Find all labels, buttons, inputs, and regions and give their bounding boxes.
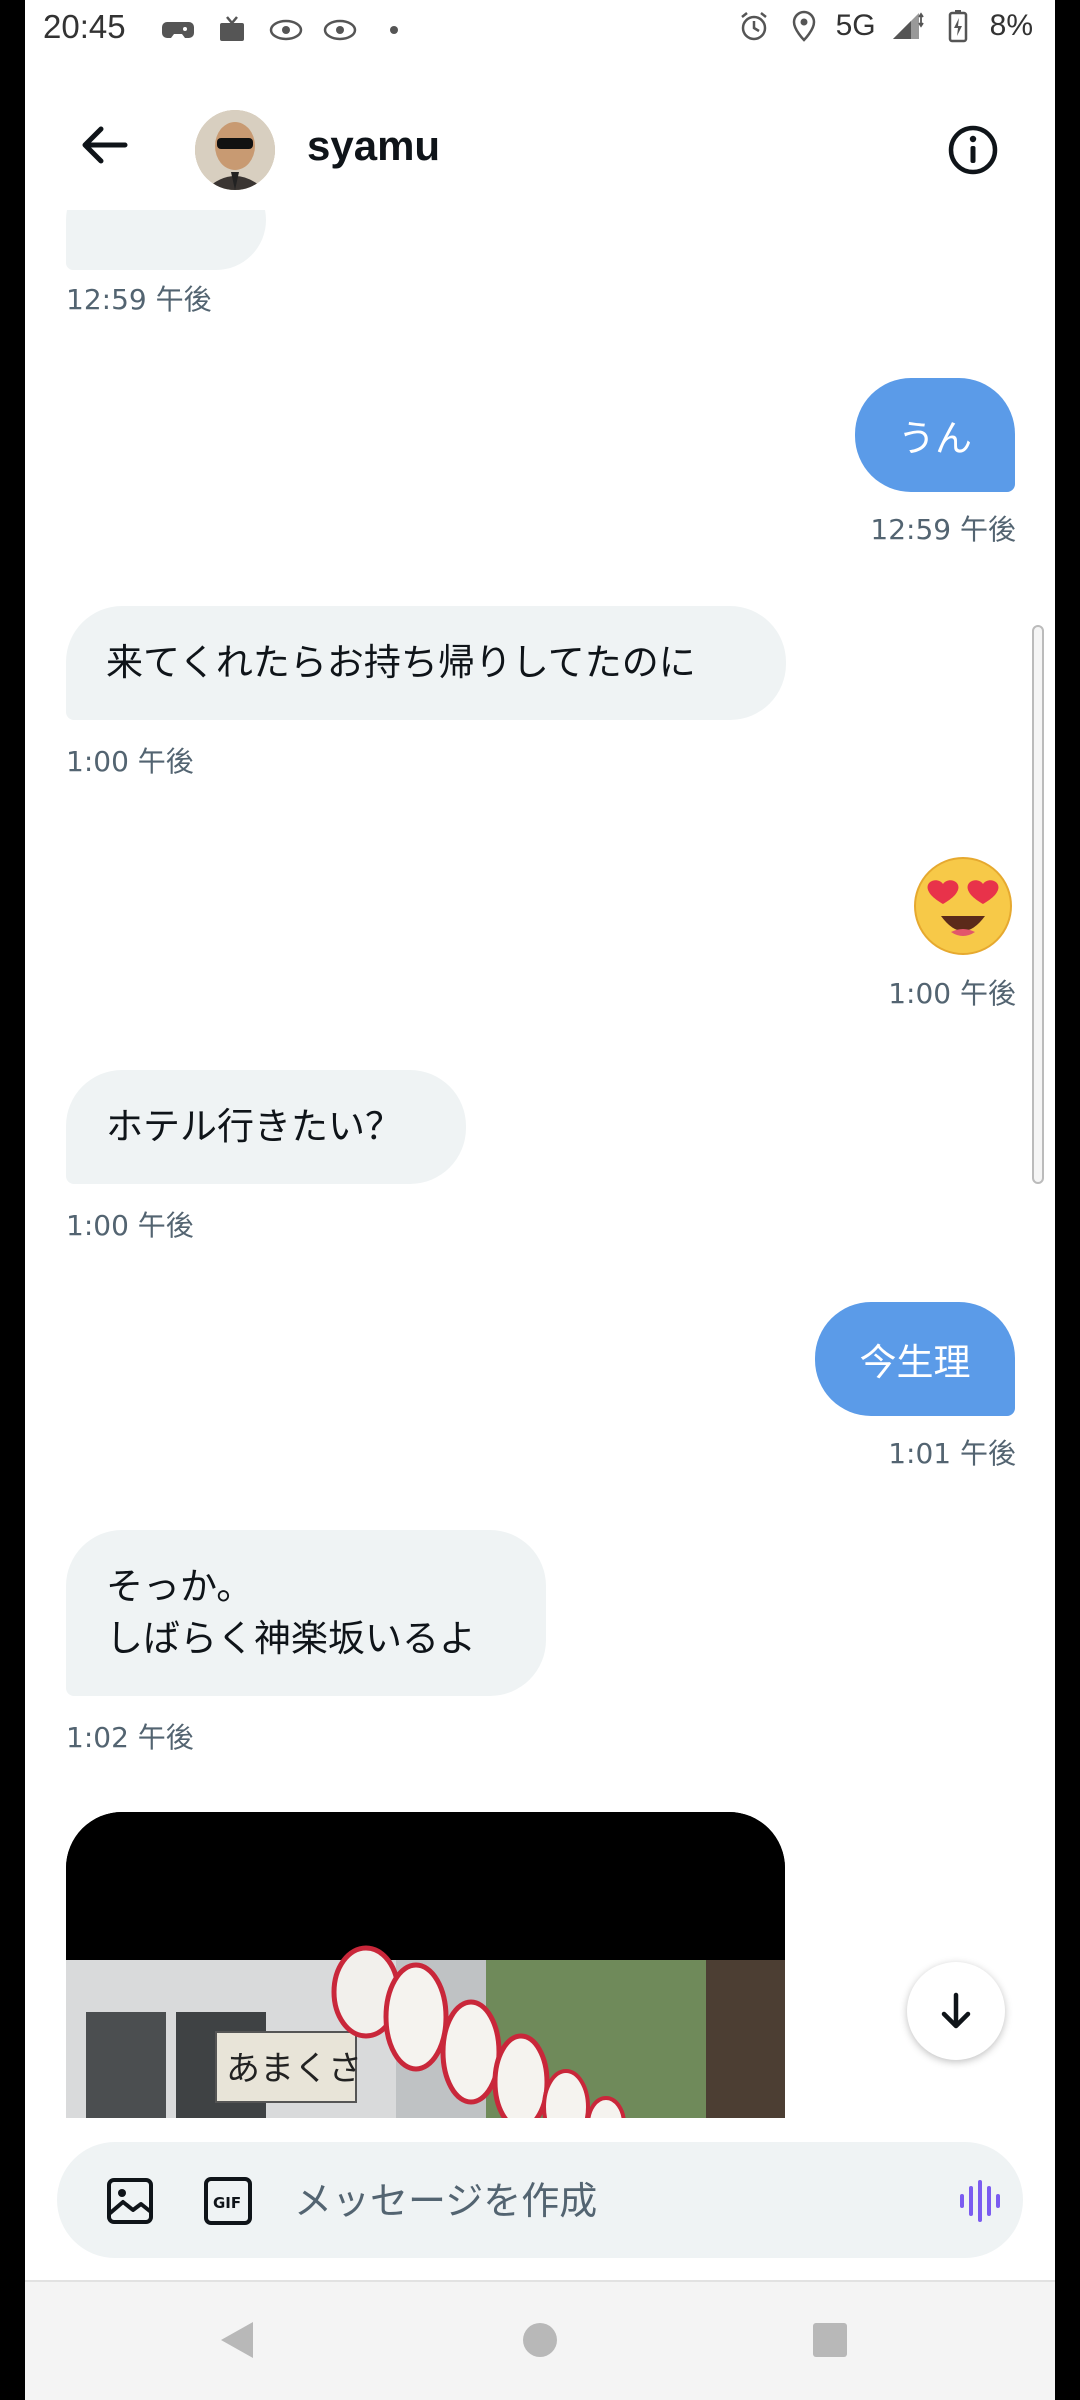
- battery-percent: 8%: [989, 9, 1033, 42]
- eye-icon: [322, 12, 358, 48]
- status-bar: 20:45 5G 8%: [25, 0, 1055, 60]
- message-list[interactable]: 12:59 午後 うん 12:59 午後 来てくれたらお持ち帰りしてたのに 1:…: [25, 210, 1055, 2118]
- add-gif-button[interactable]: GIF: [203, 2176, 253, 2226]
- message-bubble-incoming[interactable]: [66, 210, 266, 270]
- message-timestamp: 1:01 午後: [888, 1437, 1016, 1470]
- message-emoji[interactable]: [911, 854, 1015, 958]
- gif-label: GIF: [213, 2194, 241, 2212]
- message-text: 来てくれたらお持ち帰りしてたのに: [106, 641, 696, 684]
- message-bubble-outgoing[interactable]: うん: [855, 378, 1015, 492]
- nav-back-button[interactable]: [207, 2310, 267, 2370]
- voice-message-button[interactable]: [957, 2178, 1003, 2224]
- game-controller-icon: [160, 12, 196, 48]
- message-timestamp: 1:02 午後: [66, 1721, 194, 1754]
- message-timestamp: 1:00 午後: [888, 977, 1016, 1010]
- arrow-left-icon: [82, 126, 128, 164]
- alarm-icon: [736, 8, 772, 44]
- phone-screen: 20:45 5G 8% syamu 12:59 午後 うん 12:59 午後 来…: [25, 0, 1055, 2400]
- info-icon: [948, 125, 998, 175]
- message-timestamp: 12:59 午後: [870, 513, 1016, 546]
- dot-icon: [376, 12, 412, 48]
- triangle-back-icon: [221, 2322, 253, 2358]
- nav-recents-button[interactable]: [800, 2310, 860, 2370]
- status-time: 20:45: [43, 8, 126, 45]
- add-photo-button[interactable]: [105, 2176, 155, 2226]
- message-composer: GIF: [57, 2142, 1023, 2258]
- waveform-icon: [960, 2180, 1000, 2222]
- shop-sign-text: あまくさ: [226, 2049, 362, 2089]
- message-bubble-incoming[interactable]: 来てくれたらお持ち帰りしてたのに: [66, 606, 786, 720]
- photo-street-lanterns: あまくさ: [66, 1812, 785, 2118]
- signal-icon: [890, 8, 926, 44]
- eye-icon: [268, 12, 304, 48]
- back-button[interactable]: [75, 120, 135, 170]
- message-text: 今生理: [859, 1341, 971, 1384]
- network-type: 5G: [835, 9, 876, 42]
- avatar[interactable]: [195, 110, 275, 190]
- message-bubble-incoming[interactable]: そっか。 しばらく神楽坂いるよ: [66, 1530, 546, 1696]
- nav-home-button[interactable]: [510, 2310, 570, 2370]
- contact-name[interactable]: syamu: [307, 122, 440, 170]
- message-input[interactable]: [292, 2162, 896, 2240]
- message-timestamp: 1:00 午後: [66, 1209, 194, 1242]
- notification-icons: [160, 12, 412, 48]
- message-photo[interactable]: あまくさ: [66, 1812, 785, 2118]
- circle-home-icon: [523, 2323, 557, 2357]
- system-icons: 5G 8%: [736, 8, 1033, 44]
- system-navigation-bar: [25, 2280, 1055, 2400]
- message-bubble-incoming[interactable]: ホテル行きたい？: [66, 1070, 466, 1184]
- message-text-line: そっか。: [106, 1565, 254, 1608]
- location-icon: [786, 8, 822, 44]
- scroll-to-bottom-button[interactable]: [907, 1962, 1005, 2060]
- square-recents-icon: [813, 2323, 847, 2357]
- battery-charging-icon: [940, 8, 976, 44]
- image-icon: [107, 2178, 153, 2224]
- message-timestamp: 12:59 午後: [66, 283, 212, 316]
- conversation-header: syamu: [25, 70, 1055, 210]
- heart-eyes-emoji-icon: [914, 857, 1012, 955]
- message-timestamp: 1:00 午後: [66, 745, 194, 778]
- message-text: ホテル行きたい？: [106, 1105, 402, 1148]
- info-button[interactable]: [947, 124, 999, 176]
- tv-icon: [214, 12, 250, 48]
- scrollbar[interactable]: [1032, 625, 1044, 1184]
- avatar-image: [195, 110, 275, 190]
- message-text-line: しばらく神楽坂いるよ: [106, 1617, 476, 1660]
- gif-icon: GIF: [204, 2177, 252, 2225]
- message-text: うん: [898, 417, 972, 460]
- arrow-down-icon: [941, 1992, 971, 2029]
- message-bubble-outgoing[interactable]: 今生理: [815, 1302, 1015, 1416]
